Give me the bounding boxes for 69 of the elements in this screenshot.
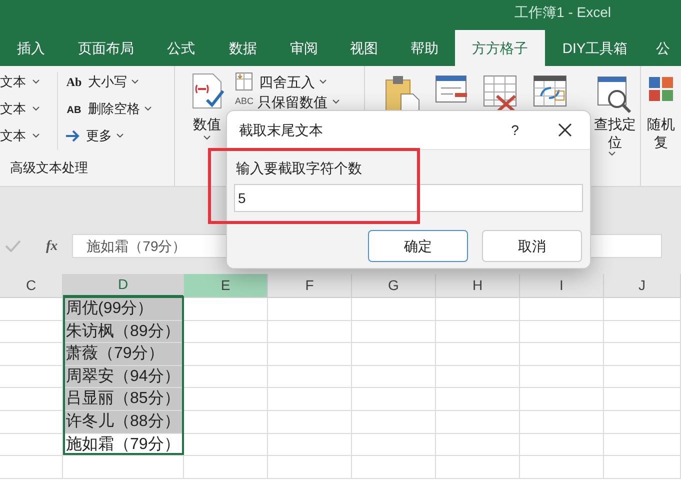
ribbon-tab[interactable]: 数据 [212,30,274,66]
text-menu[interactable]: 文本 [0,99,57,119]
ribbon-tab[interactable]: 视图 [334,30,394,66]
table-cell [0,343,63,366]
table-cell: 萧薇（79分） [63,343,184,366]
column-header[interactable]: J [604,274,681,297]
column-header[interactable]: F [268,274,352,297]
formula-value: 施如霜（79分） [86,236,186,256]
round-icon [235,72,255,92]
chevron-icon [32,133,40,139]
case-icon: Ab [64,73,84,91]
column-header[interactable]: I [520,274,604,297]
ribbon-tab[interactable]: DIY工具箱 [545,30,645,66]
chevron-icon [32,79,40,85]
number-tool-button[interactable]: ABC 只保留数值 [235,92,340,112]
ribbon-tab[interactable]: 审阅 [274,30,334,66]
ribbon-tab[interactable]: 公式 [150,30,212,66]
table-cell: 周优(99分） [63,298,184,321]
ribbon-tab[interactable]: 页面布局 [62,30,150,66]
dialog-button[interactable]: 取消 [482,230,582,262]
ribbon-tab[interactable]: 插入 [0,30,62,66]
chevron-icon [608,151,616,157]
table-cell: 吕显丽（85分） [63,388,184,411]
column-header[interactable]: H [436,274,520,297]
delete-space-icon: AB [64,100,84,118]
help-button[interactable]: ? [500,120,530,140]
window-title: 工作簿1 - Excel [514,3,611,22]
input-field[interactable]: 5 [234,184,583,212]
abc-icon: ABC [235,95,254,109]
chevron-icon [131,79,139,85]
group-label: 高级文本处理 [9,158,89,176]
chevron-icon [116,133,124,139]
text-tool-button[interactable]: AB 删除空格 [64,99,152,119]
column-header[interactable]: E [184,274,268,297]
random-button[interactable]: 随机 复 [640,66,681,186]
text-menu[interactable]: 文本 [0,72,57,92]
chevron-icon [203,135,211,141]
table-cell [0,434,63,456]
ribbon-tab[interactable]: 方方格子 [455,30,545,66]
text-menu[interactable]: 文本 [0,126,57,146]
dialog-button[interactable]: 确定 [368,230,468,262]
ribbon-tab[interactable]: 公 [645,30,681,66]
chevron-icon [319,79,327,85]
magnifier-icon [597,75,633,115]
function-label[interactable]: fx [46,236,58,256]
table-cell [0,366,63,388]
text-tool-button[interactable]: Ab 大小写 [64,72,152,92]
close-icon [558,123,572,137]
table-cell: 周翠安（94分） [63,366,184,388]
text-tool-button[interactable]: 更多 [64,126,152,146]
table-cell [0,388,63,411]
table-cell: 朱访枫（89分） [63,320,184,344]
check-icon [5,240,21,252]
chevron-icon [332,99,340,105]
chevron-icon [32,106,40,112]
dialog-title: 截取末尾文本 [239,120,323,140]
table-cell [0,320,63,344]
table-cell [0,456,63,479]
table-cell [0,410,63,434]
column-header[interactable]: G [352,274,436,297]
find-button[interactable]: 查找定 位 [590,66,640,186]
field-label: 输入要截取字符个数 [236,159,363,178]
table-cell: 许冬儿（88分） [63,410,184,434]
number-button[interactable]: 数值 [189,72,225,148]
number-tool-button[interactable]: 四舍五入 [235,72,340,92]
arrow-icon [64,130,82,142]
chevron-icon [144,106,152,112]
column-header[interactable]: D [63,274,184,297]
ribbon-tab[interactable]: 帮助 [394,30,455,66]
